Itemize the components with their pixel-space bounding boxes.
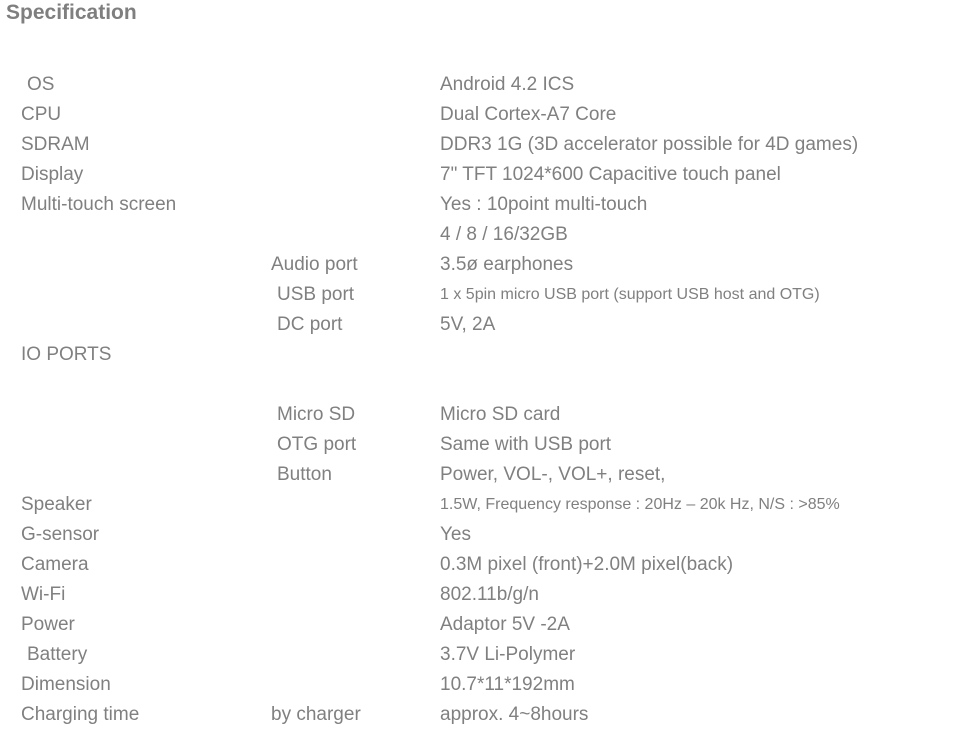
spec-sublabel: USB port bbox=[277, 284, 355, 305]
table-row-spacer bbox=[0, 370, 980, 400]
spec-value: approx. 4~8hours bbox=[440, 704, 589, 725]
spec-label: Charging time bbox=[21, 704, 140, 725]
spec-value: 802.11b/g/n bbox=[440, 584, 539, 605]
spec-sublabel: by charger bbox=[271, 704, 361, 725]
spec-value: Yes : 10point multi-touch bbox=[440, 194, 648, 215]
table-row: Camera 0.3M pixel (front)+2.0M pixel(bac… bbox=[0, 550, 980, 580]
table-row: DC port 5V, 2A bbox=[0, 310, 980, 340]
spec-value: 1.5W, Frequency response : 20Hz – 20k Hz… bbox=[440, 496, 840, 513]
table-row: Micro SD Micro SD card bbox=[0, 400, 980, 430]
table-row: OTG port Same with USB port bbox=[0, 430, 980, 460]
table-row: Wi-Fi 802.11b/g/n bbox=[0, 580, 980, 610]
spec-value: Adaptor 5V -2A bbox=[440, 614, 570, 635]
table-row: CPU Dual Cortex-A7 Core bbox=[0, 100, 980, 130]
spec-value: 4 / 8 / 16/32GB bbox=[440, 224, 568, 245]
table-row: Speaker 1.5W, Frequency response : 20Hz … bbox=[0, 490, 980, 520]
spec-value: 3.7V Li-Polymer bbox=[440, 644, 576, 665]
spec-label: G-sensor bbox=[21, 524, 100, 545]
spec-label: Speaker bbox=[21, 494, 92, 515]
spec-label: SDRAM bbox=[21, 134, 90, 155]
spec-sublabel: OTG port bbox=[277, 434, 357, 455]
spec-sublabel: DC port bbox=[277, 314, 343, 335]
spec-group-label: IO PORTS bbox=[21, 344, 112, 365]
spec-label: Display bbox=[21, 164, 84, 185]
table-row: USB port 1 x 5pin micro USB port (suppor… bbox=[0, 280, 980, 310]
spec-value: DDR3 1G (3D accelerator possible for 4D … bbox=[440, 134, 859, 155]
table-row: Multi-touch screen Yes : 10point multi-t… bbox=[0, 190, 980, 220]
table-row: Charging time by charger approx. 4~8hour… bbox=[0, 700, 980, 730]
spec-label: Multi-touch screen bbox=[21, 194, 177, 215]
spec-value: Yes bbox=[440, 524, 471, 545]
table-row: Button Power, VOL-, VOL+, reset, bbox=[0, 460, 980, 490]
table-row: G-sensor Yes bbox=[0, 520, 980, 550]
spec-sublabel: Button bbox=[277, 464, 332, 485]
spec-label: Camera bbox=[21, 554, 89, 575]
table-row: OS Android 4.2 ICS bbox=[0, 70, 980, 100]
table-row: SDRAM DDR3 1G (3D accelerator possible f… bbox=[0, 130, 980, 160]
spec-value: Power, VOL-, VOL+, reset, bbox=[440, 464, 666, 485]
table-row: Battery 3.7V Li-Polymer bbox=[0, 640, 980, 670]
page-title: Specification bbox=[6, 1, 137, 24]
spec-value: 3.5ø earphones bbox=[440, 254, 574, 275]
spec-label: Power bbox=[21, 614, 75, 635]
spec-value: 5V, 2A bbox=[440, 314, 496, 335]
spec-value: Micro SD card bbox=[440, 404, 561, 425]
spec-value: Dual Cortex-A7 Core bbox=[440, 104, 617, 125]
spec-label: OS bbox=[27, 74, 55, 95]
specification-table: OS Android 4.2 ICS CPU Dual Cortex-A7 Co… bbox=[0, 70, 980, 730]
spec-label: CPU bbox=[21, 104, 62, 125]
spec-label: Battery bbox=[27, 644, 88, 665]
spec-label: Wi-Fi bbox=[21, 584, 66, 605]
spec-value: Android 4.2 ICS bbox=[440, 74, 575, 95]
spec-value: Same with USB port bbox=[440, 434, 612, 455]
spec-sublabel: Micro SD bbox=[277, 404, 356, 425]
spec-value: 0.3M pixel (front)+2.0M pixel(back) bbox=[440, 554, 734, 575]
spec-sublabel: Audio port bbox=[271, 254, 358, 275]
table-row: Audio port 3.5ø earphones bbox=[0, 250, 980, 280]
spec-value: 7" TFT 1024*600 Capacitive touch panel bbox=[440, 164, 781, 185]
table-row: IO PORTS bbox=[0, 340, 980, 370]
spec-value: 1 x 5pin micro USB port (support USB hos… bbox=[440, 286, 820, 303]
table-row: Power Adaptor 5V -2A bbox=[0, 610, 980, 640]
table-row: 4 / 8 / 16/32GB bbox=[0, 220, 980, 250]
table-row: Display 7" TFT 1024*600 Capacitive touch… bbox=[0, 160, 980, 190]
